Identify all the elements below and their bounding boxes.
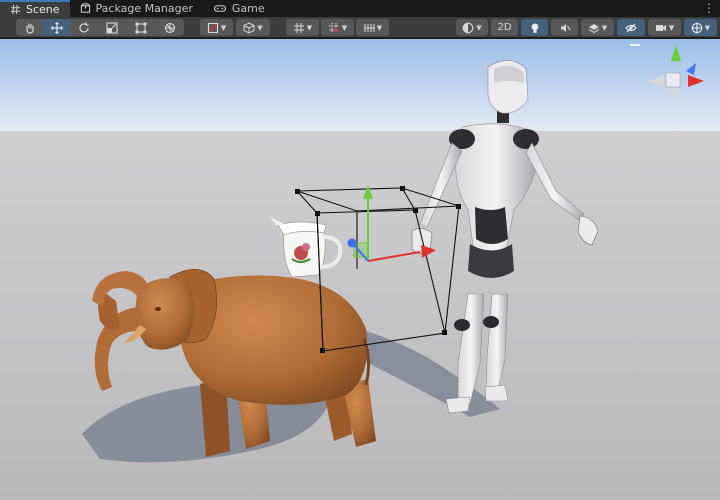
chevron-down-icon: ▼ [341, 23, 348, 32]
tab-package-manager-label: Package Manager [95, 2, 193, 15]
rect-tool-button[interactable] [126, 19, 155, 36]
scene-toolbar: ▼ ▼ ▼ ▼ ▼ ▼ 2D ▼ ▼ ▼ [0, 17, 720, 38]
draw-mode-dropdown[interactable]: ▼ [456, 19, 488, 36]
rotate-icon [79, 22, 89, 33]
gizmos-dropdown[interactable]: ▼ [684, 19, 717, 36]
camera-settings-dropdown[interactable]: ▼ [648, 19, 681, 36]
transform-gizmo-icon [164, 22, 175, 33]
scene-visibility-toggle[interactable] [617, 19, 645, 36]
grid-snapping-dropdown[interactable]: ▼ [321, 19, 354, 36]
scene-viewport[interactable]: Persp [0, 39, 720, 500]
hash-icon [10, 4, 21, 15]
chevron-down-icon: ▼ [668, 23, 675, 32]
chevron-down-icon: ▼ [257, 23, 263, 32]
gamepad-icon [213, 5, 226, 12]
rotate-tool-button[interactable] [70, 19, 98, 36]
more-options-icon[interactable]: ⋮ [703, 1, 715, 15]
shaded-sphere-icon [462, 22, 474, 33]
tab-scene[interactable]: Scene [0, 0, 70, 17]
effects-dropdown[interactable]: ▼ [581, 19, 614, 36]
lightbulb-icon [531, 23, 538, 33]
chevron-down-icon: ▼ [704, 23, 711, 32]
hand-tool-button[interactable] [16, 19, 43, 36]
chevron-down-icon: ▼ [376, 23, 383, 32]
tab-scene-label: Scene [26, 3, 60, 16]
scale-tool-button[interactable] [98, 19, 126, 36]
audio-toggle[interactable] [551, 19, 578, 36]
hand-icon [25, 22, 34, 34]
gizmo-handle-dropdown[interactable]: ▼ [200, 19, 233, 36]
chevron-down-icon: ▼ [476, 23, 482, 32]
2d-mode-toggle[interactable]: 2D [491, 19, 518, 36]
eye-hidden-icon [625, 23, 637, 32]
2d-mode-label: 2D [497, 22, 512, 33]
move-arrows-icon [50, 21, 63, 34]
move-tool-button[interactable] [43, 19, 70, 36]
camera-icon [655, 24, 666, 31]
chevron-down-icon: ▼ [306, 23, 313, 32]
increment-snap-icon [363, 23, 375, 32]
scale-icon [106, 21, 118, 34]
cube-icon [243, 21, 255, 34]
pivot-local-icon [207, 22, 218, 33]
projection-label[interactable]: Persp [660, 120, 682, 129]
window-tab-bar: Scene Package Manager Game ⋮ [0, 0, 720, 17]
tab-game[interactable]: Game [203, 0, 275, 17]
tab-package-manager[interactable]: Package Manager [70, 0, 203, 17]
transform-tool-button[interactable] [155, 19, 184, 36]
grid-snap-icon [328, 22, 339, 33]
increment-snap-dropdown[interactable]: ▼ [356, 19, 389, 36]
orientation-dropdown[interactable]: ▼ [236, 19, 270, 36]
rect-transform-icon [135, 22, 146, 33]
package-icon [80, 3, 90, 13]
grid-visibility-dropdown[interactable]: ▼ [286, 19, 319, 36]
grid-icon [293, 22, 304, 33]
skybox [0, 39, 720, 133]
lighting-toggle[interactable] [521, 19, 548, 36]
speaker-muted-icon [560, 23, 570, 32]
scene-render [0, 39, 720, 500]
chevron-down-icon: ▼ [220, 23, 227, 32]
chevron-down-icon: ▼ [601, 23, 608, 32]
gizmo-globe-icon [691, 22, 703, 33]
tab-game-label: Game [231, 2, 265, 15]
layers-effects-icon [588, 23, 600, 33]
